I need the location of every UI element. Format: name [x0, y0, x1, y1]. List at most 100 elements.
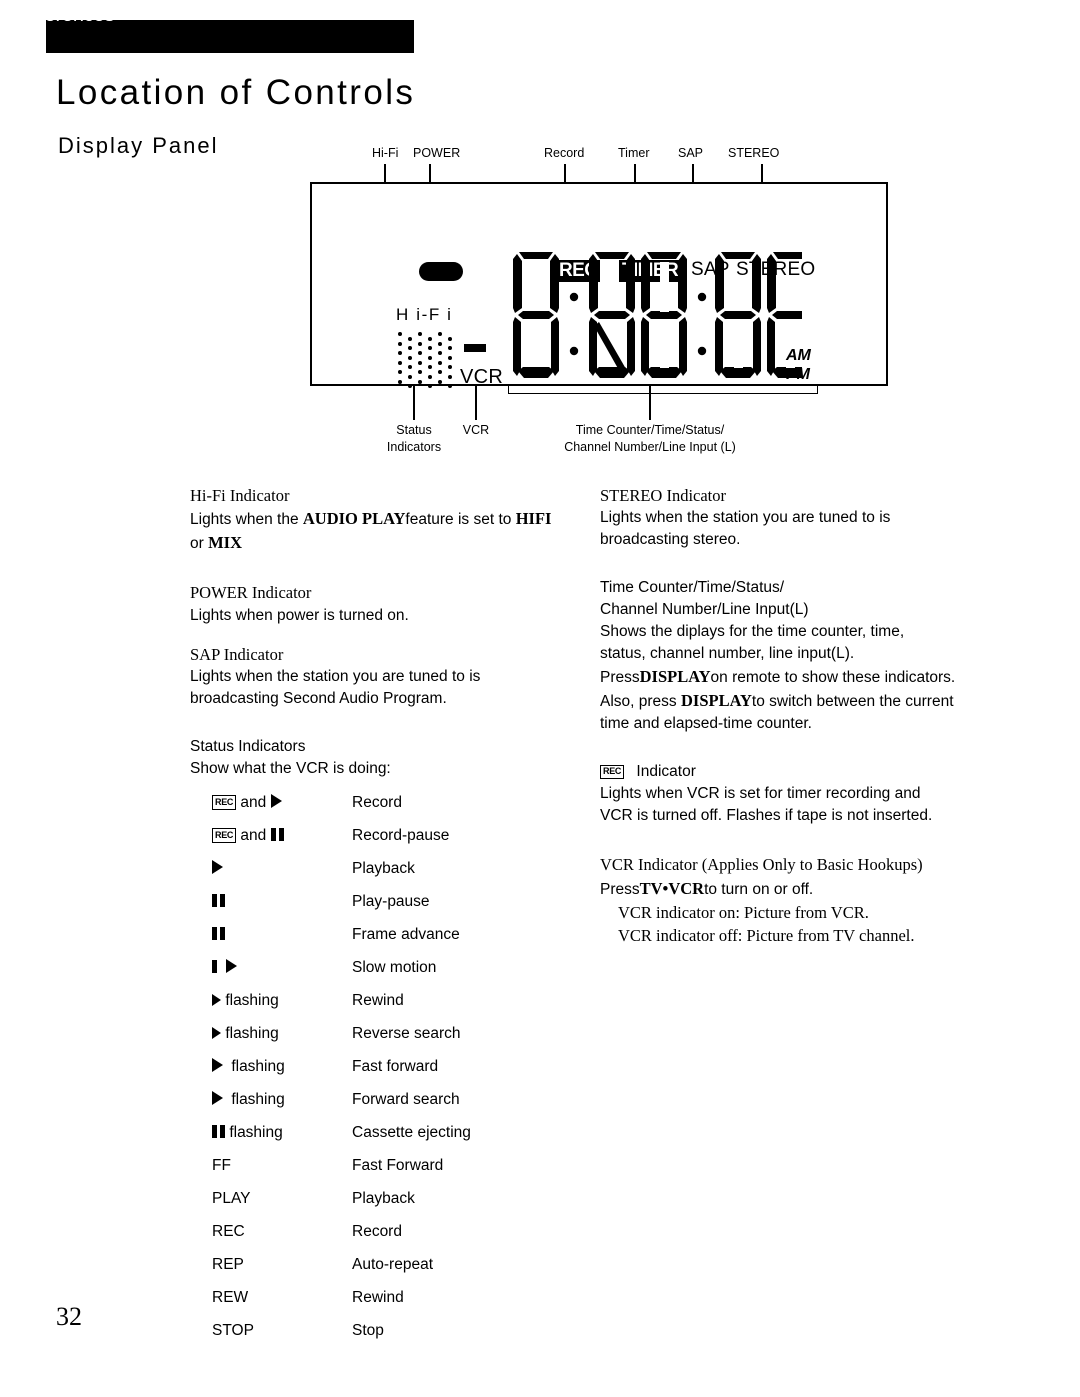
status-symbol-cell: [190, 885, 352, 918]
page-number: 32: [56, 1302, 82, 1331]
flashing-word: flashing: [229, 1123, 283, 1141]
table-row: REC Record: [190, 1215, 552, 1248]
time-counter-body-a: Shows the diplays for the time counter, …: [600, 621, 1000, 665]
status-desc-cell: Play-pause: [352, 892, 430, 910]
flashing-word: flashing: [231, 1090, 285, 1108]
play-icon: [212, 1026, 221, 1039]
status-indicator-table: REC and Record REC and Record-pause Play: [190, 786, 552, 1347]
stereo-body-line1: Lights when the station you are tuned to…: [600, 509, 891, 527]
stereo-indicator-body: Lights when the station you are tuned to…: [600, 507, 1000, 551]
time-counter-heading-line1: Time Counter/Time/Status/: [600, 579, 785, 597]
flashing-word: flashing: [225, 991, 279, 1009]
time-counter-line3: on remote to show these indicators.: [710, 669, 956, 687]
hifi-body-2: feature is set to: [405, 511, 516, 529]
callout-status-line1: Status: [396, 423, 432, 437]
sap-body-line1: Lights when the station you are tuned to…: [190, 668, 481, 686]
callout-time-counter: Time Counter/Time/Status/ Channel Number…: [538, 422, 762, 456]
page-subtitle: Display Panel: [58, 133, 219, 158]
minus-sign-icon: [464, 344, 486, 352]
rec-body-line1: Lights when VCR is set for timer recordi…: [600, 785, 921, 803]
table-row: PLAY Playback: [190, 1182, 552, 1215]
left-text-column: Hi-Fi Indicator Lights when the AUDIO PL…: [190, 484, 570, 1347]
kw-audio-play: AUDIO PLAY: [302, 509, 406, 529]
status-desc-cell: Record: [352, 1222, 402, 1240]
rec-indicator-heading: REC Indicator: [600, 761, 1000, 783]
display-panel-diagram: Hi-Fi POWER Record Timer SAP STEREO REC …: [300, 146, 900, 466]
status-desc-cell: Fast Forward: [352, 1156, 444, 1174]
status-symbol-cell: flashing: [190, 984, 352, 1017]
table-row: REC and Record: [190, 786, 552, 819]
table-row: flashing Forward search: [190, 1083, 552, 1116]
seven-segment-display: [513, 252, 802, 378]
table-row: flashing Cassette ejecting: [190, 1116, 552, 1149]
status-desc-cell: Record-pause: [352, 826, 450, 844]
callout-stereo: STEREO: [728, 146, 780, 160]
rec-chip-icon: REC: [212, 795, 237, 810]
status-symbol-cell: flashing: [190, 1083, 352, 1116]
status-indicators-sub: Show what the VCR is doing:: [190, 760, 391, 778]
pause-icon: [212, 1124, 225, 1138]
status-symbol-cell: REC and: [190, 819, 352, 852]
sap-indicator-body: Lights when the station you are tuned to…: [190, 666, 570, 710]
table-row: flashing Fast forward: [190, 1050, 552, 1083]
press-word: Press: [600, 880, 640, 898]
sap-body-line2: broadcasting Second Audio Program.: [190, 690, 447, 708]
status-symbol-cell: REP: [212, 1255, 244, 1273]
play-icon: [212, 1057, 223, 1072]
callout-status-line2: Indicators: [386, 439, 442, 454]
leader-line-status: [413, 386, 415, 420]
status-desc-cell: Auto-repeat: [352, 1255, 433, 1273]
kw-hifi: HIFI: [515, 509, 552, 529]
stereo-body-line2: broadcasting stereo.: [600, 531, 741, 549]
status-desc-cell: Fast forward: [352, 1057, 439, 1075]
time-counter-line1: Shows the diplays for the time counter, …: [600, 623, 905, 641]
table-row: flashing Rewind: [190, 984, 552, 1017]
flashing-word: flashing: [225, 1024, 279, 1042]
table-row: Frame advance: [190, 918, 552, 951]
flashing-word: flashing: [231, 1057, 285, 1075]
power-indicator-heading: POWER Indicator: [190, 583, 312, 603]
rec-indicator-heading-word: Indicator: [636, 763, 696, 781]
status-symbol-cell: PLAY: [212, 1189, 251, 1207]
status-desc-cell: Frame advance: [352, 925, 460, 943]
status-indicators-heading: Status Indicators: [190, 738, 306, 756]
status-desc-cell: Playback: [352, 859, 415, 877]
status-symbol-cell: FF: [212, 1156, 231, 1174]
dot-matrix-icon: [398, 332, 456, 388]
time-counter-heading-line2: Channel Number/Line Input(L): [600, 601, 809, 619]
hifi-indicator-heading: Hi-Fi Indicator: [190, 486, 290, 505]
pause-icon: [212, 926, 225, 940]
status-desc-cell: Cassette ejecting: [352, 1123, 471, 1141]
vcr-display-panel: REC TIMER SAP STEREO H i-F i VCR: [310, 182, 888, 394]
status-symbol-cell: flashing: [190, 1017, 352, 1050]
rec-indicator-body: Lights when VCR is set for timer recordi…: [600, 783, 1000, 827]
rec-body-line2: VCR is turned off. Flashes if tape is no…: [600, 807, 933, 825]
hifi-body-3: or: [190, 535, 209, 553]
callout-sap: SAP: [678, 146, 704, 160]
power-led-icon: [419, 262, 463, 281]
kw-tv-vcr: TV•VCR: [639, 878, 705, 898]
time-counter-line4a: Also, press: [600, 693, 681, 711]
status-symbol-cell: [190, 852, 352, 885]
status-desc-cell: Rewind: [352, 1288, 404, 1306]
status-symbol-cell: flashing: [190, 1116, 352, 1149]
vcr-indicator-press-line: PressTV•VCRto turn on or off.: [600, 877, 1000, 901]
vcr-indicator-on-line: VCR indicator on: Picture from VCR.: [618, 902, 869, 922]
table-row: Play-pause: [190, 885, 552, 918]
play-icon: [212, 859, 223, 874]
and-word: and: [240, 826, 267, 844]
pm-label: PM: [786, 365, 810, 383]
play-icon: [212, 1090, 223, 1105]
play-icon: [212, 993, 221, 1006]
am-label: AM: [786, 347, 811, 364]
leader-line-time-counter: [649, 386, 651, 420]
kw-display: DISPLAY: [639, 667, 711, 687]
time-counter-line5: time and elapsed-time counter.: [600, 715, 812, 733]
time-counter-line4b: to switch between the current: [751, 693, 954, 711]
vcr-indicator-off-line: VCR indicator off: Picture from TV chann…: [618, 926, 915, 946]
